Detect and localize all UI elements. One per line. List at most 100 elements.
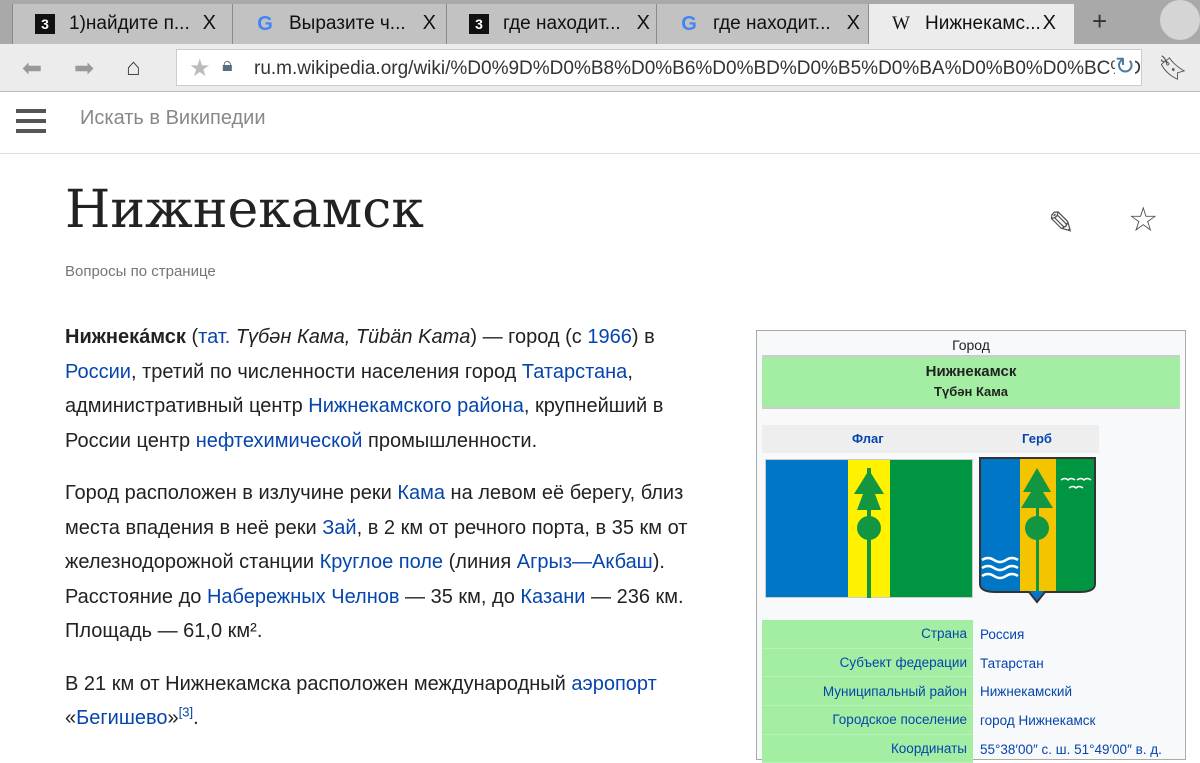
article-text: промышленности. <box>362 429 538 452</box>
article-link[interactable]: аэропорт <box>571 673 656 695</box>
coat-link[interactable]: Герб <box>1022 431 1052 446</box>
infobox-row: Субъект федерации Татарстан <box>762 648 1182 678</box>
article-text: . <box>193 707 199 729</box>
article-text: В 21 км от Нижнекамска расположен междун… <box>65 672 572 695</box>
article-link[interactable]: Набережных Челнов <box>207 586 400 608</box>
infobox-type: Город <box>762 331 1180 357</box>
infobox-name: Нижнекамск <box>925 363 1017 380</box>
article-text: Город расположен в излучине реки <box>65 482 398 504</box>
infobox-key-text[interactable]: Субъект федерации <box>840 655 967 670</box>
tab-favicon-icon: 3 <box>469 14 489 34</box>
coat-of-arms-image[interactable] <box>979 456 1096 604</box>
infobox-value[interactable]: Татарстан <box>973 656 1044 671</box>
flag-link[interactable]: Флаг <box>852 431 884 446</box>
page-title: Нижнекамск <box>65 180 424 240</box>
infobox-key-text[interactable]: Координаты <box>891 741 967 756</box>
infobox-value[interactable]: Нижнекамский <box>973 684 1072 699</box>
tab-title: Нижнекамс... <box>925 13 1041 34</box>
infobox-row: Муниципальный район Нижнекамский <box>762 677 1182 707</box>
browser-toolbar: ⬅ ➡ ⌂ ★ 🔒︎ ru.m.wikipedia.org/wiki/%D0%9… <box>0 44 1200 92</box>
bookmarks-icon[interactable]: 🔖︎ <box>1158 54 1188 83</box>
back-icon[interactable]: ⬅ <box>22 54 42 83</box>
infobox-native-name: Түбән Кама <box>934 384 1008 399</box>
tab-favicon-icon: G <box>681 12 697 35</box>
article-link[interactable]: Агрыз—Акбаш <box>517 551 653 573</box>
lock-icon: 🔒︎ <box>222 54 233 76</box>
infobox-header: Нижнекамск Түбән Кама <box>762 357 1180 409</box>
article-link[interactable]: Кама <box>397 482 445 504</box>
url-text[interactable]: ru.m.wikipedia.org/wiki/%D0%9D%D0%B8%D0%… <box>254 58 1141 79</box>
infobox: Город Нижнекамск Түбән Кама Флаг Герб Ст… <box>756 330 1186 763</box>
infobox-image-header: Флаг Герб <box>762 425 1099 453</box>
infobox-key[interactable]: Координаты <box>762 734 973 763</box>
tab-close-icon[interactable]: X <box>847 12 860 35</box>
reload-icon[interactable]: ↻ <box>1114 52 1135 81</box>
article-text: » <box>167 707 179 729</box>
tab-title: 1)найдите п... <box>69 13 190 34</box>
article-text: — 35 км, до <box>399 585 521 608</box>
tab[interactable]: G Выразите ч... X <box>232 4 454 44</box>
infobox-key-text[interactable]: Городское поселение <box>832 712 967 727</box>
infobox-key[interactable]: Субъект федерации <box>762 648 973 678</box>
flag-image[interactable] <box>765 459 973 598</box>
infobox-key[interactable]: Страна <box>762 620 973 649</box>
wiki-header: Искать в Википедии <box>0 92 1200 154</box>
tab-strip: 3 1)найдите п... X G Выразите ч... X 3 где нахо… <box>0 0 1200 44</box>
infobox-value[interactable]: 55°38′00″ с. ш. 51°49′00″ в. д. <box>973 742 1162 757</box>
tab-title: где находит... <box>503 13 621 34</box>
tab-close-icon[interactable]: X <box>203 12 216 35</box>
infobox-row: Координаты 55°38′00″ с. ш. 51°49′00″ в. д… <box>762 734 1182 763</box>
tab[interactable]: 3 1)найдите п... X <box>12 4 234 44</box>
tab[interactable]: Gгде находит... X <box>656 4 878 44</box>
tab-title: где находит... <box>713 13 831 34</box>
menu-icon[interactable] <box>16 109 46 133</box>
article-paragraph: В 21 км от Нижнекамска расположен междун… <box>65 667 710 736</box>
tab[interactable]: 3 где находит... X <box>446 4 668 44</box>
infobox-key-text[interactable]: Страна <box>921 626 967 641</box>
tab-close-icon[interactable]: X <box>1043 12 1056 35</box>
article-text: ) — город (с <box>470 326 588 348</box>
address-bar[interactable]: ★ 🔒︎ ru.m.wikipedia.org/wiki/%D0%9D%D0%B… <box>176 49 1142 86</box>
article-link[interactable]: Нижнекамского района <box>308 395 524 417</box>
search-input[interactable]: Искать в Википедии <box>80 107 266 130</box>
article-link[interactable]: тат. <box>198 326 230 348</box>
infobox-key-text[interactable]: Муниципальный район <box>823 684 967 699</box>
article-body: Нижнека́мск (тат. Түбән Кама, Tübän Kama… <box>65 320 710 754</box>
article-link[interactable]: 1966 <box>587 326 632 348</box>
article-link[interactable]: Бегишево <box>76 707 167 729</box>
infobox-row: Городское поселение город Нижнекамск <box>762 706 1182 735</box>
article-text: « <box>65 707 77 729</box>
article-text: (линия <box>443 551 517 573</box>
infobox-value[interactable]: Россия <box>973 627 1024 642</box>
article-link[interactable]: Зай <box>322 517 356 539</box>
forward-icon[interactable]: ➡ <box>74 54 94 83</box>
reference-link[interactable]: [3] <box>179 704 193 719</box>
tab-favicon-icon: G <box>257 12 273 35</box>
tab-favicon-icon: 3 <box>35 14 55 34</box>
new-tab-button[interactable]: + <box>1092 6 1107 37</box>
article-text: Түбән Кама, Tübän Kama <box>235 326 471 348</box>
tab-close-icon[interactable]: X <box>637 12 650 35</box>
infobox-value[interactable]: город Нижнекамск <box>973 713 1095 728</box>
browser-menu-button[interactable] <box>1160 0 1200 40</box>
article-link[interactable]: Казани <box>520 586 585 608</box>
article-paragraph: Нижнека́мск (тат. Түбән Кама, Tübän Kama… <box>65 320 710 458</box>
infobox-key[interactable]: Муниципальный район <box>762 677 973 707</box>
infobox-row: Страна Россия <box>762 620 1182 649</box>
page-questions-link[interactable]: Вопросы по странице <box>65 263 216 280</box>
tab-close-icon[interactable]: X <box>423 12 436 35</box>
watch-star-icon[interactable]: ☆ <box>1128 200 1158 240</box>
home-icon[interactable]: ⌂ <box>126 54 141 82</box>
article-text: , третий по численности населения город <box>130 360 522 383</box>
article-link[interactable]: Татарстана <box>522 361 627 383</box>
infobox-key[interactable]: Городское поселение <box>762 706 973 735</box>
article-link[interactable]: России <box>65 361 131 383</box>
article-text: ( <box>185 326 199 348</box>
article-link[interactable]: Круглое поле <box>320 551 443 573</box>
bookmark-star-icon[interactable]: ★ <box>189 54 211 83</box>
article-text: ) в <box>631 326 655 348</box>
edit-icon[interactable]: ✎ <box>1048 204 1075 242</box>
article-link[interactable]: нефтехимической <box>196 430 363 452</box>
tab[interactable]: W Нижнекамс... X <box>868 4 1074 44</box>
article-paragraph: Город расположен в излучине реки Кама на… <box>65 476 710 649</box>
